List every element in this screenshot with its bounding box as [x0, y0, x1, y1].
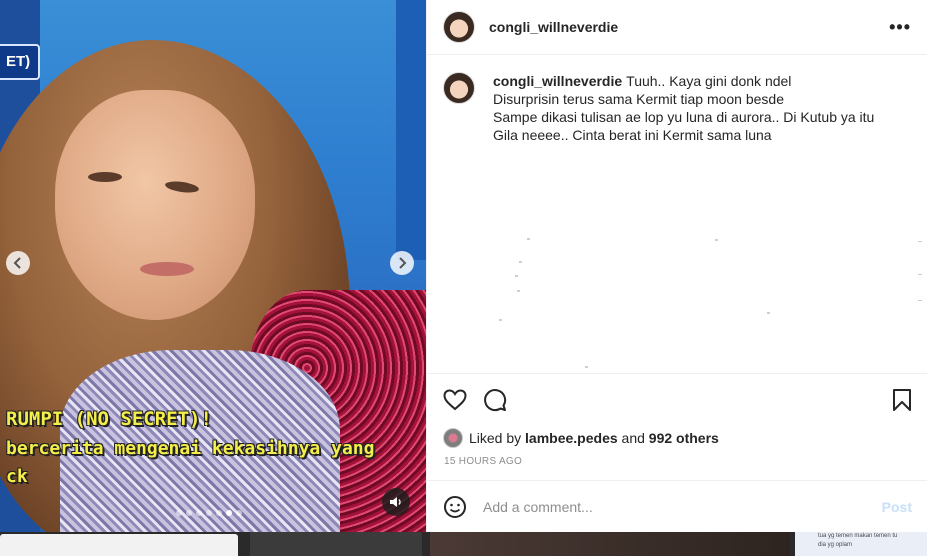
faint-artifact	[499, 319, 502, 321]
post-details-panel: congli_willneverdie ••• congli_willnever…	[426, 0, 927, 532]
carousel-dot	[216, 510, 222, 516]
comment-input[interactable]: Add a comment...	[483, 499, 882, 515]
carousel-dots	[176, 510, 242, 516]
save-button[interactable]	[892, 388, 912, 412]
author-avatar[interactable]	[443, 11, 475, 43]
carousel-dot-active	[226, 510, 232, 516]
tv-caption-line-3: ck	[6, 466, 28, 487]
emoji-icon[interactable]	[443, 495, 467, 519]
post-media-video[interactable]: ET) RUMPI (NO SECRET)! bercerita mengena…	[0, 0, 426, 532]
bookmark-icon	[893, 389, 911, 411]
carousel-dot	[196, 510, 202, 516]
more-options-icon[interactable]: •••	[889, 17, 911, 38]
background-thumbnail	[430, 532, 790, 556]
caption-author-avatar[interactable]	[443, 72, 475, 104]
tv-caption-line-2: bercerita mengenai kekasihnya yang	[6, 438, 375, 459]
faint-artifact	[767, 312, 770, 314]
chevron-left-icon	[13, 257, 21, 269]
add-comment-bar: Add a comment... Post	[427, 480, 927, 532]
media-background	[396, 0, 426, 260]
faint-artifact	[519, 261, 522, 263]
background-panel	[0, 534, 238, 556]
author-username[interactable]: congli_willneverdie	[489, 19, 618, 35]
carousel-dot	[206, 510, 212, 516]
caption-line-3: Sampe dikasi tulisan ae lop yu luna di a…	[493, 109, 875, 125]
post-header: congli_willneverdie •••	[427, 0, 927, 55]
likes-prefix: Liked by	[469, 430, 522, 446]
post-comment-button[interactable]: Post	[882, 499, 912, 515]
carousel-previous-button[interactable]	[6, 251, 30, 275]
caption-line-4: Gila neeee.. Cinta berat ini Kermit sama…	[493, 127, 772, 143]
heart-icon	[443, 389, 467, 411]
faint-artifact	[517, 290, 520, 292]
likes-summary: Liked by lambee.pedes and 992 others	[443, 428, 912, 448]
comment-bubble-icon	[484, 389, 507, 412]
chevron-right-icon	[399, 257, 407, 269]
media-person-eye	[88, 172, 122, 182]
speaker-icon	[390, 497, 401, 507]
faint-artifact	[918, 274, 922, 275]
background-tiny-text: tua yg temen makan temen tu	[818, 533, 898, 539]
caption-text: congli_willneverdie Tuuh.. Kaya gini donk…	[493, 72, 874, 144]
comments-area: congli_willneverdie Tuuh.. Kaya gini donk…	[427, 56, 927, 372]
instagram-post-modal: ET) RUMPI (NO SECRET)! bercerita mengena…	[0, 0, 927, 556]
carousel-dot	[236, 510, 242, 516]
faint-artifact	[918, 300, 922, 301]
caption-line-2: Disurprisin terus sama Kermit tiap moon …	[493, 91, 785, 107]
post-timestamp[interactable]: 15 HOURS AGO	[444, 456, 912, 467]
background-panel	[250, 532, 422, 556]
carousel-dot	[186, 510, 192, 516]
faint-artifact	[585, 366, 588, 368]
tv-corner-tag: ET)	[0, 44, 40, 80]
faint-artifact	[515, 275, 518, 277]
faint-artifact	[918, 241, 922, 242]
liked-by-avatar[interactable]	[443, 428, 463, 448]
liked-by-username[interactable]: lambee.pedes	[525, 430, 618, 446]
background-page-strip: tua yg temen makan temen tu dia yg oplam	[0, 532, 927, 556]
caption-username[interactable]: congli_willneverdie	[493, 73, 622, 89]
media-person-face	[55, 90, 255, 320]
background-tiny-text: dia yg oplam	[818, 542, 853, 548]
carousel-dot	[176, 510, 182, 516]
post-actions-section: Liked by lambee.pedes and 992 others 15 …	[427, 373, 927, 480]
action-icons-row	[443, 374, 912, 426]
carousel-next-button[interactable]	[390, 251, 414, 275]
faint-artifact	[715, 239, 718, 241]
likes-and: and	[621, 430, 645, 446]
tv-caption-line-1: RUMPI (NO SECRET)!	[6, 408, 212, 430]
like-button[interactable]	[443, 389, 467, 411]
faint-artifact	[527, 238, 530, 240]
media-person-lips	[140, 262, 194, 276]
caption-line-1: Tuuh.. Kaya gini donk ndel	[626, 73, 792, 89]
caption-comment: congli_willneverdie Tuuh.. Kaya gini donk…	[443, 72, 912, 144]
audio-toggle-button[interactable]	[382, 488, 410, 516]
likes-others-link[interactable]: 992 others	[649, 430, 719, 446]
comment-button[interactable]	[483, 388, 507, 412]
likes-text: Liked by lambee.pedes and 992 others	[469, 430, 719, 446]
